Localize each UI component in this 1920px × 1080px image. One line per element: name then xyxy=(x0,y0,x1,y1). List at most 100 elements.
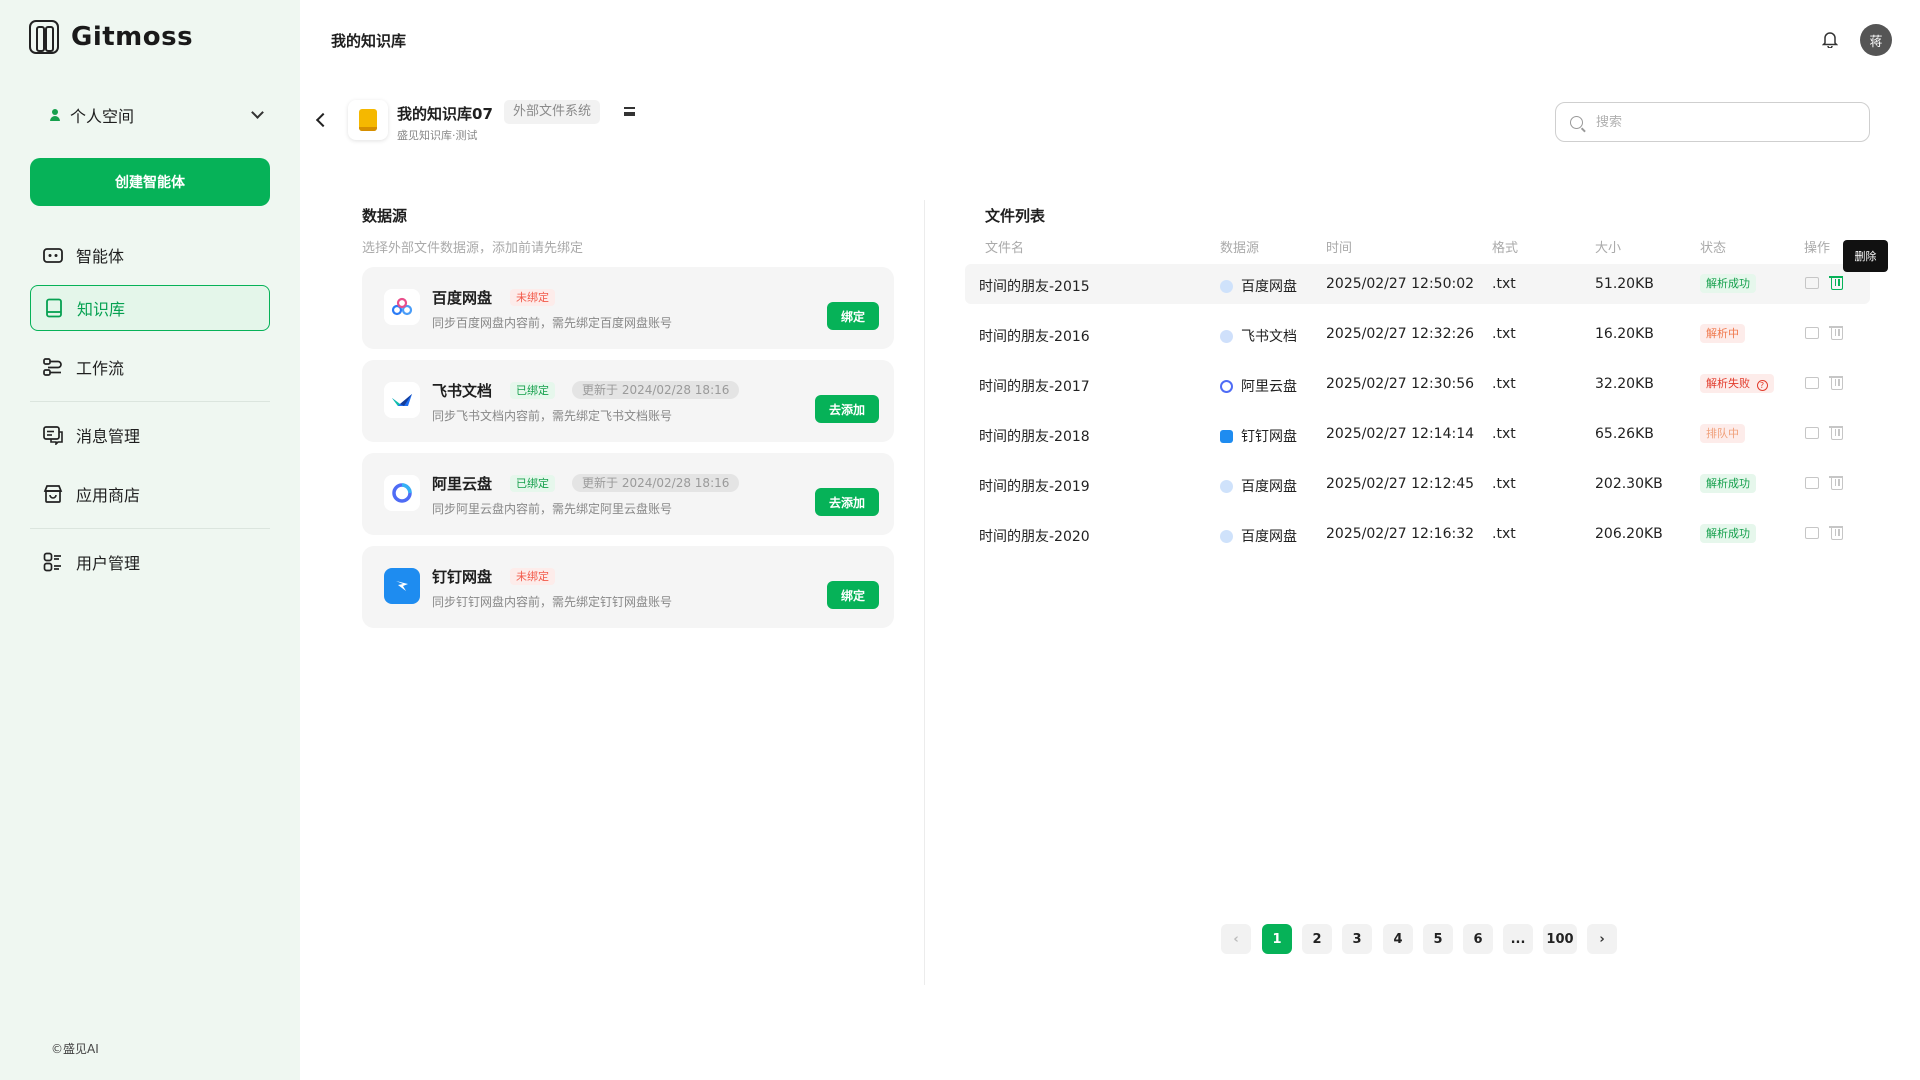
add-button[interactable]: 去添加 xyxy=(815,395,879,423)
help-icon[interactable]: ? xyxy=(1756,380,1768,391)
baidu-netdisk-icon xyxy=(384,289,420,325)
add-button[interactable]: 去添加 xyxy=(815,488,879,516)
sidebar-footer: ©盛见AI xyxy=(51,1042,99,1056)
view-icon[interactable] xyxy=(1805,477,1819,489)
source-card-dingtalk: 钉钉网盘 未绑定 同步钉钉网盘内容前，需先绑定钉钉网盘账号 绑定 xyxy=(362,546,894,628)
file-time: 2025/02/27 12:16:32 xyxy=(1326,526,1475,542)
page-button[interactable]: 2 xyxy=(1302,924,1332,954)
delete-icon[interactable] xyxy=(1829,526,1843,540)
file-name[interactable]: 时间的朋友-2017 xyxy=(979,376,1090,396)
status-badge: 排队中 xyxy=(1700,424,1745,443)
next-page-button[interactable]: › xyxy=(1587,924,1617,954)
file-size: 202.30KB xyxy=(1595,476,1663,492)
file-name[interactable]: 时间的朋友-2019 xyxy=(979,476,1090,496)
search-input[interactable] xyxy=(1596,114,1846,130)
dingtalk-drive-icon xyxy=(1220,429,1233,443)
delete-icon[interactable] xyxy=(1829,326,1843,340)
aliyun-drive-icon xyxy=(384,475,420,511)
view-icon[interactable] xyxy=(1805,277,1819,289)
message-icon xyxy=(43,425,63,446)
baidu-netdisk-icon xyxy=(1220,479,1233,493)
status-badge: 解析成功 xyxy=(1700,274,1756,293)
brand-logo[interactable]: Gitmoss xyxy=(29,20,193,54)
search-box[interactable] xyxy=(1555,102,1870,142)
panel-divider xyxy=(924,200,925,985)
bind-button[interactable]: 绑定 xyxy=(827,302,879,330)
view-icon[interactable] xyxy=(1805,427,1819,439)
store-icon xyxy=(43,484,63,504)
table-row[interactable]: 时间的朋友-2019 百度网盘 2025/02/27 12:12:45 .txt… xyxy=(965,464,1870,504)
file-name[interactable]: 时间的朋友-2016 xyxy=(979,326,1090,346)
file-size: 32.20KB xyxy=(1595,376,1654,392)
file-source: 百度网盘 xyxy=(1220,476,1297,496)
sidebar-item-knowledge[interactable]: 知识库 xyxy=(30,285,270,331)
sidebar-item-users[interactable]: 用户管理 xyxy=(30,539,270,585)
source-desc: 同步钉钉网盘内容前，需先绑定钉钉网盘账号 xyxy=(432,595,673,609)
page-button[interactable]: 6 xyxy=(1463,924,1493,954)
table-row[interactable]: 时间的朋友-2016 飞书文档 2025/02/27 12:32:26 .txt… xyxy=(965,314,1870,354)
sidebar-item-workflow[interactable]: 工作流 xyxy=(30,344,270,390)
page-title: 我的知识库 xyxy=(331,32,407,50)
page-button[interactable]: 5 xyxy=(1423,924,1453,954)
updated-time: 更新于 2024/02/28 18:16 xyxy=(572,381,740,399)
table-row[interactable]: 时间的朋友-2017 阿里云盘 2025/02/27 12:30:56 .txt… xyxy=(965,364,1870,404)
source-desc: 同步阿里云盘内容前，需先绑定阿里云盘账号 xyxy=(432,502,673,516)
bell-icon[interactable] xyxy=(1821,30,1839,49)
create-agent-button[interactable]: 创建智能体 xyxy=(30,158,270,206)
file-name[interactable]: 时间的朋友-2020 xyxy=(979,526,1090,546)
files-title: 文件列表 xyxy=(985,207,1046,225)
file-time: 2025/02/27 12:12:45 xyxy=(1326,476,1475,492)
view-icon[interactable] xyxy=(1805,527,1819,539)
table-row[interactable]: 时间的朋友-2015 百度网盘 2025/02/27 12:50:02 .txt… xyxy=(965,264,1870,304)
sidebar-divider xyxy=(30,401,270,402)
page-button[interactable]: 1 xyxy=(1262,924,1292,954)
aliyun-drive-icon xyxy=(1220,379,1233,393)
sidebar-item-label: 知识库 xyxy=(77,300,126,319)
file-source: 百度网盘 xyxy=(1220,276,1297,296)
page-button[interactable]: 3 xyxy=(1342,924,1372,954)
baidu-netdisk-icon xyxy=(1220,529,1233,543)
status-badge: 未绑定 xyxy=(510,568,555,585)
file-format: .txt xyxy=(1492,426,1516,442)
view-icon[interactable] xyxy=(1805,327,1819,339)
prev-page-button[interactable]: ‹ xyxy=(1221,924,1251,954)
table-row[interactable]: 时间的朋友-2018 钉钉网盘 2025/02/27 12:14:14 .txt… xyxy=(965,414,1870,454)
search-icon xyxy=(1570,115,1583,129)
bind-button[interactable]: 绑定 xyxy=(827,581,879,609)
space-selector[interactable]: 个人空间 xyxy=(48,102,264,128)
sidebar-item-app-store[interactable]: 应用商店 xyxy=(30,471,270,517)
source-card-feishu: 飞书文档 已绑定 更新于 2024/02/28 18:16 同步飞书文档内容前，… xyxy=(362,360,894,442)
page-button[interactable]: 100 xyxy=(1543,924,1577,954)
status-badge: 解析成功 xyxy=(1700,524,1756,543)
brand-icon xyxy=(29,20,59,54)
view-icon[interactable] xyxy=(1805,377,1819,389)
sidebar-item-messages[interactable]: 消息管理 xyxy=(30,412,270,458)
delete-icon[interactable] xyxy=(1829,276,1843,290)
file-time: 2025/02/27 12:30:56 xyxy=(1326,376,1475,392)
back-icon[interactable] xyxy=(315,112,331,128)
delete-tooltip: 删除 xyxy=(1843,240,1888,272)
menu-icon[interactable] xyxy=(624,107,635,116)
table-row[interactable]: 时间的朋友-2020 百度网盘 2025/02/27 12:16:32 .txt… xyxy=(965,514,1870,554)
column-header: 文件名 xyxy=(985,241,1025,256)
sidebar: Gitmoss 个人空间 创建智能体 智能体 知识库 工作流 消息管理 应用商店… xyxy=(0,0,300,1080)
status-badge: 解析失败 ? xyxy=(1700,374,1774,393)
page-button[interactable]: 4 xyxy=(1383,924,1413,954)
status-badge: 未绑定 xyxy=(510,289,555,306)
file-name[interactable]: 时间的朋友-2018 xyxy=(979,426,1090,446)
status-badge: 解析中 xyxy=(1700,324,1745,343)
file-name[interactable]: 时间的朋友-2015 xyxy=(979,276,1090,296)
sidebar-item-agents[interactable]: 智能体 xyxy=(30,232,270,278)
file-source: 阿里云盘 xyxy=(1220,376,1297,396)
status-badge: 已绑定 xyxy=(510,475,555,492)
file-format: .txt xyxy=(1492,526,1516,542)
book-icon xyxy=(44,298,64,318)
delete-icon[interactable] xyxy=(1829,426,1843,440)
delete-icon[interactable] xyxy=(1829,476,1843,490)
page-ellipsis[interactable]: ... xyxy=(1503,924,1533,954)
source-card-aliyun: 阿里云盘 已绑定 更新于 2024/02/28 18:16 同步阿里云盘内容前，… xyxy=(362,453,894,535)
file-size: 65.26KB xyxy=(1595,426,1654,442)
avatar[interactable]: 蒋 xyxy=(1860,24,1892,56)
delete-icon[interactable] xyxy=(1829,376,1843,390)
sources-subtitle: 选择外部文件数据源，添加前请先绑定 xyxy=(362,241,584,256)
